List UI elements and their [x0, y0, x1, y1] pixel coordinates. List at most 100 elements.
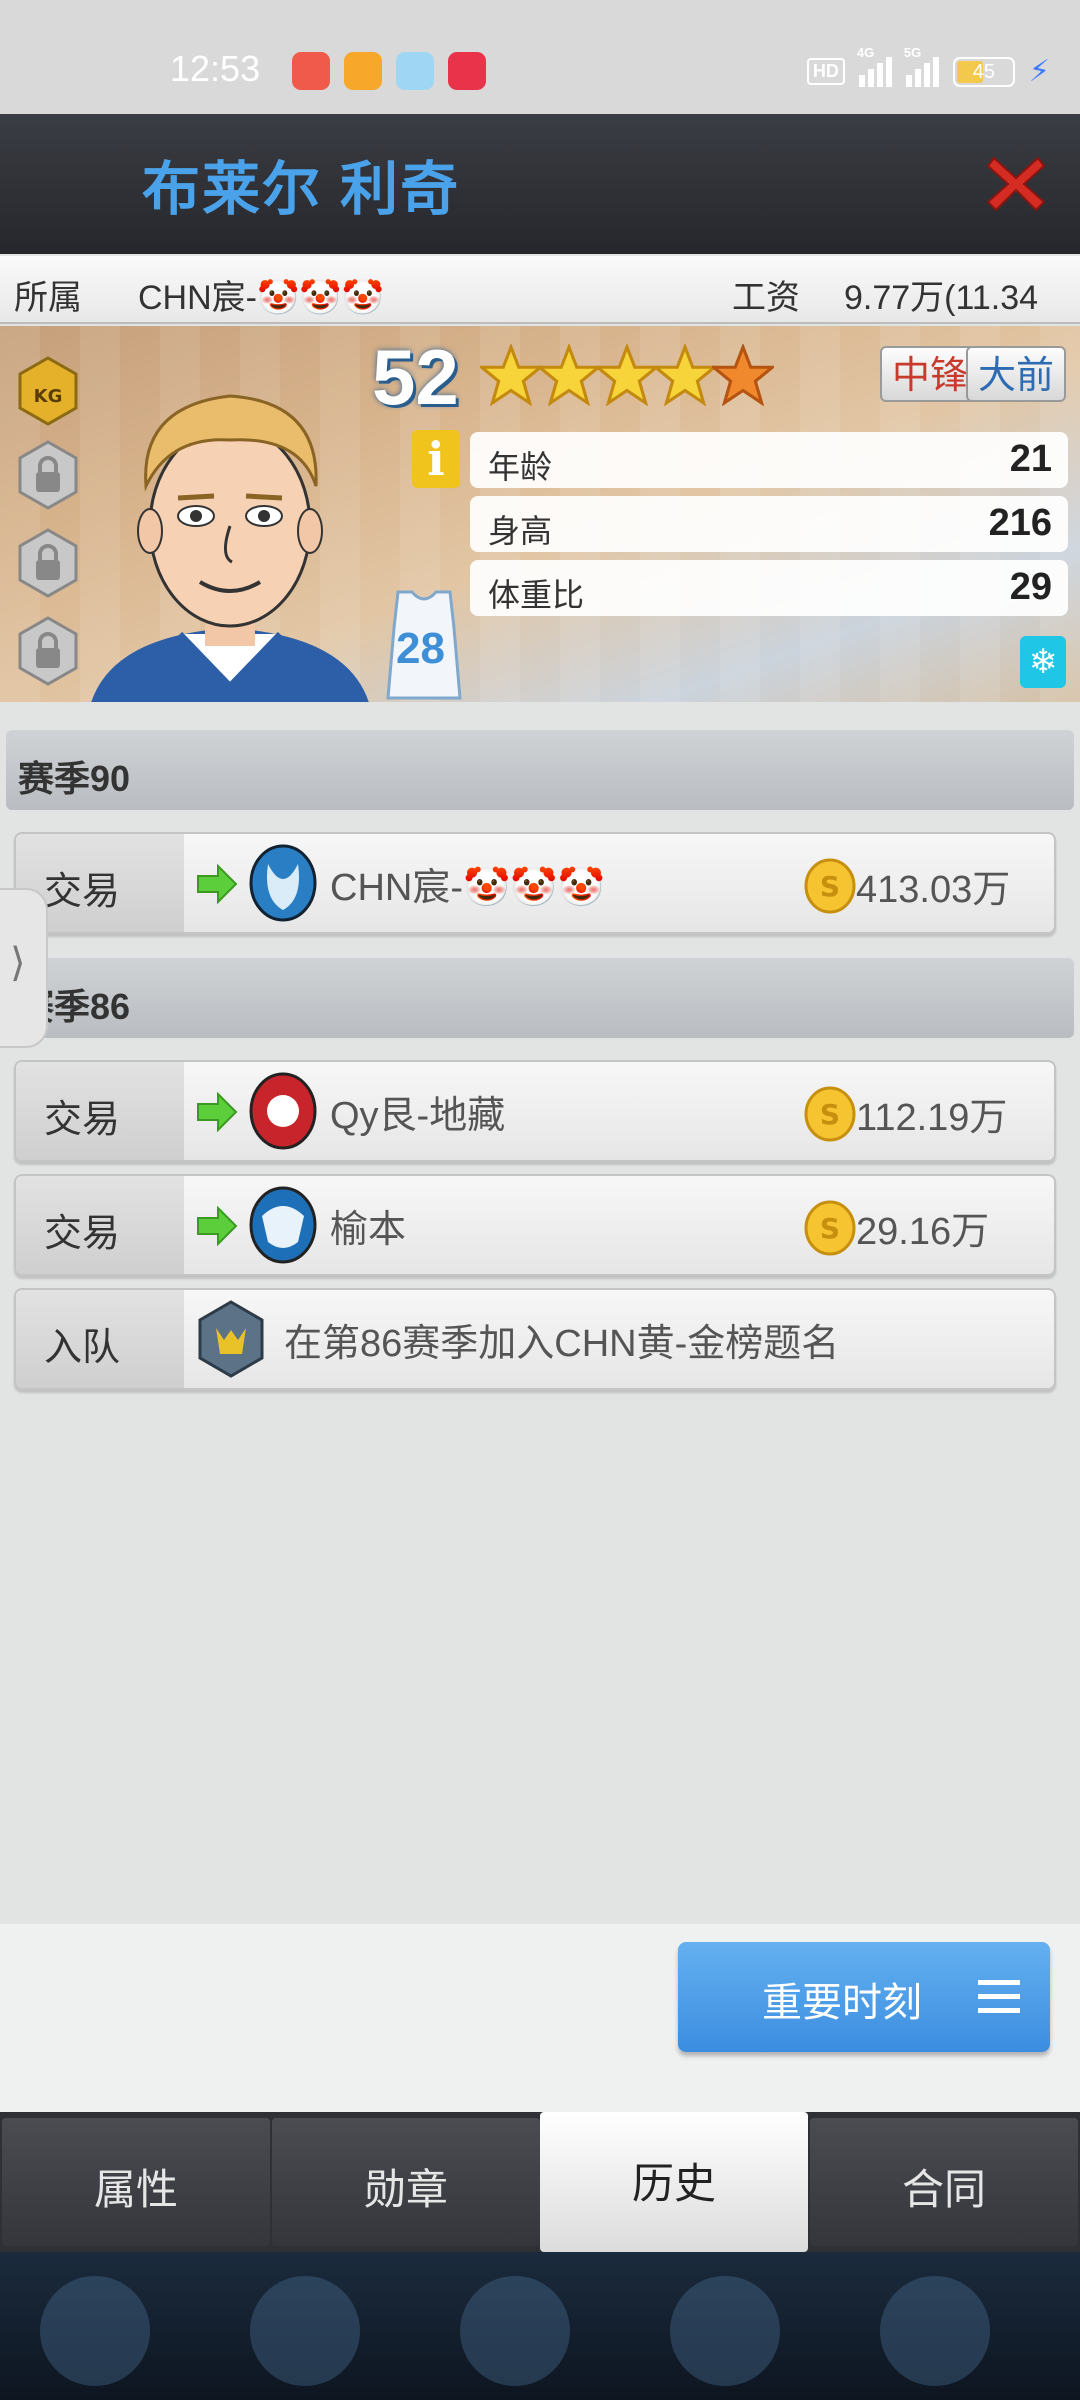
stat-value: 29: [1009, 566, 1052, 608]
stat-row-height: 身高 216: [470, 496, 1068, 552]
tab-bar: 属性 勋章 历史 合同: [0, 2112, 1080, 2252]
team-name: CHN宸-🤡🤡🤡: [330, 867, 605, 909]
tab-label: 勋章: [363, 2166, 448, 2213]
coin-icon: S: [804, 1200, 856, 1256]
entry-type: 入队: [44, 1327, 121, 1369]
club-value: CHN宸-🤡🤡🤡: [138, 279, 384, 317]
svg-text:KG: KG: [34, 386, 63, 407]
player-header: 布莱尔 利奇: [0, 114, 1080, 254]
important-moments-button[interactable]: 重要时刻: [678, 1942, 1050, 2052]
position-badge-center: 中锋: [879, 346, 980, 402]
charging-icon: ⚡: [1028, 55, 1050, 88]
app-notification-icon-2: [344, 52, 382, 90]
history-row[interactable]: 交易 榆本 S 29.16万: [14, 1174, 1056, 1276]
tab-label: 属性: [93, 2166, 178, 2213]
stat-label: 年龄: [488, 449, 553, 485]
stat-label: 体重比: [488, 577, 585, 613]
team-name: Qy艮-地藏: [330, 1095, 506, 1137]
history-row[interactable]: 交易 CHN宸-🤡🤡🤡 S 413.03万: [14, 832, 1056, 934]
tab-label: 合同: [901, 2166, 986, 2213]
app-notification-icon-1: [292, 52, 330, 90]
team-join-text: 在第86赛季加入CHN黄-金榜题名: [284, 1323, 840, 1365]
nav-icon[interactable]: [880, 2276, 990, 2386]
tab-history[interactable]: 历史: [540, 2112, 808, 2252]
signal-icon-5g: 5G: [904, 45, 939, 87]
snowflake-icon[interactable]: ❄: [1020, 636, 1066, 688]
position-badge-power-forward: 大前: [965, 346, 1066, 402]
net-label-4g: 4G: [856, 44, 875, 60]
chevron-right-icon: ⟩: [10, 941, 26, 985]
signal-icon-4g: 4G: [857, 45, 892, 87]
tab-attributes[interactable]: 属性: [2, 2118, 270, 2246]
side-drawer-handle[interactable]: ⟩: [0, 888, 48, 1048]
nav-icon[interactable]: [670, 2276, 780, 2386]
team-logo-icon: [198, 1300, 264, 1378]
tab-contract[interactable]: 合同: [810, 2118, 1078, 2246]
transfer-amount: 29.16万: [856, 1211, 990, 1253]
nav-icon[interactable]: [250, 2276, 360, 2386]
star-icon: [538, 344, 600, 406]
player-name: 布莱尔 利奇: [142, 157, 461, 222]
entry-type: 交易: [44, 871, 121, 913]
team-logo-icon: [249, 1186, 317, 1264]
info-icon[interactable]: i: [412, 430, 460, 488]
season-header: 赛季86: [6, 958, 1074, 1038]
history-row[interactable]: 入队 在第86赛季加入CHN黄-金榜题名: [14, 1288, 1056, 1390]
close-icon[interactable]: [984, 152, 1048, 216]
star-icon: [654, 344, 716, 406]
arrow-right-icon: [197, 1092, 238, 1132]
star-icon: [712, 344, 774, 406]
stat-value: 216: [988, 502, 1052, 544]
player-avatar: [91, 394, 369, 702]
stat-row-weight-ratio: 体重比 29: [470, 560, 1068, 616]
svg-text:S: S: [820, 870, 840, 903]
app-notification-icon-4: [448, 52, 486, 90]
nav-icon[interactable]: [40, 2276, 150, 2386]
battery-level: 45: [972, 60, 996, 83]
svg-text:S: S: [820, 1212, 840, 1245]
kg-badge-icon: KG: [18, 356, 78, 426]
arrow-right-icon: [197, 1206, 238, 1246]
tab-medals[interactable]: 勋章: [272, 2118, 540, 2246]
stat-value: 21: [1009, 438, 1052, 480]
lock-icon[interactable]: [16, 616, 80, 686]
season-title: 赛季90: [18, 758, 131, 799]
battery-icon: 45: [952, 56, 1015, 87]
menu-icon: [978, 1980, 1020, 2013]
salary-label: 工资: [732, 279, 800, 317]
lock-icon[interactable]: [16, 440, 80, 510]
entry-type: 交易: [44, 1099, 121, 1141]
transfer-amount: 112.19万: [856, 1097, 1008, 1139]
lock-icon[interactable]: [16, 528, 80, 598]
arrow-right-icon: [197, 864, 238, 904]
star-rating: [480, 344, 774, 406]
team-logo-icon: [249, 844, 317, 922]
nav-icon[interactable]: [460, 2276, 570, 2386]
team-logo-icon: [249, 1072, 317, 1150]
game-nav-bar: [0, 2252, 1080, 2400]
clock: 12:53: [170, 48, 261, 89]
entry-type-cell: 交易: [16, 1062, 184, 1160]
player-info-strip: 所属 CHN宸-🤡🤡🤡 工资 9.77万(11.34万): [0, 256, 1080, 366]
entry-type-cell: 入队: [16, 1290, 184, 1388]
coin-icon: S: [804, 858, 856, 914]
net-label-5g: 5G: [903, 44, 922, 60]
stat-label: 身高: [488, 513, 553, 549]
important-moments-label: 重要时刻: [762, 1981, 922, 2025]
hd-icon: HD: [806, 58, 845, 85]
transfer-amount: 413.03万: [856, 869, 1011, 911]
status-bar: 12:53 HD 4G 5G 45 ⚡: [0, 0, 1080, 114]
history-row[interactable]: 交易 Qy艮-地藏 S 112.19万: [14, 1060, 1056, 1162]
entry-type-cell: 交易: [16, 1176, 184, 1274]
tab-label: 历史: [631, 2160, 716, 2207]
team-name: 榆本: [330, 1209, 407, 1251]
overall-rating: 52: [372, 333, 459, 421]
entry-type: 交易: [44, 1213, 121, 1255]
coin-icon: S: [804, 1086, 856, 1142]
star-icon: [480, 344, 542, 406]
player-card: KG 28 52 中锋 大前 i 年龄 21 身高 216 体重比 29 ❄: [0, 326, 1080, 702]
season-header: 赛季90: [6, 730, 1074, 810]
svg-text:S: S: [820, 1098, 840, 1131]
jersey-number: 28: [396, 624, 445, 673]
star-icon: [596, 344, 658, 406]
